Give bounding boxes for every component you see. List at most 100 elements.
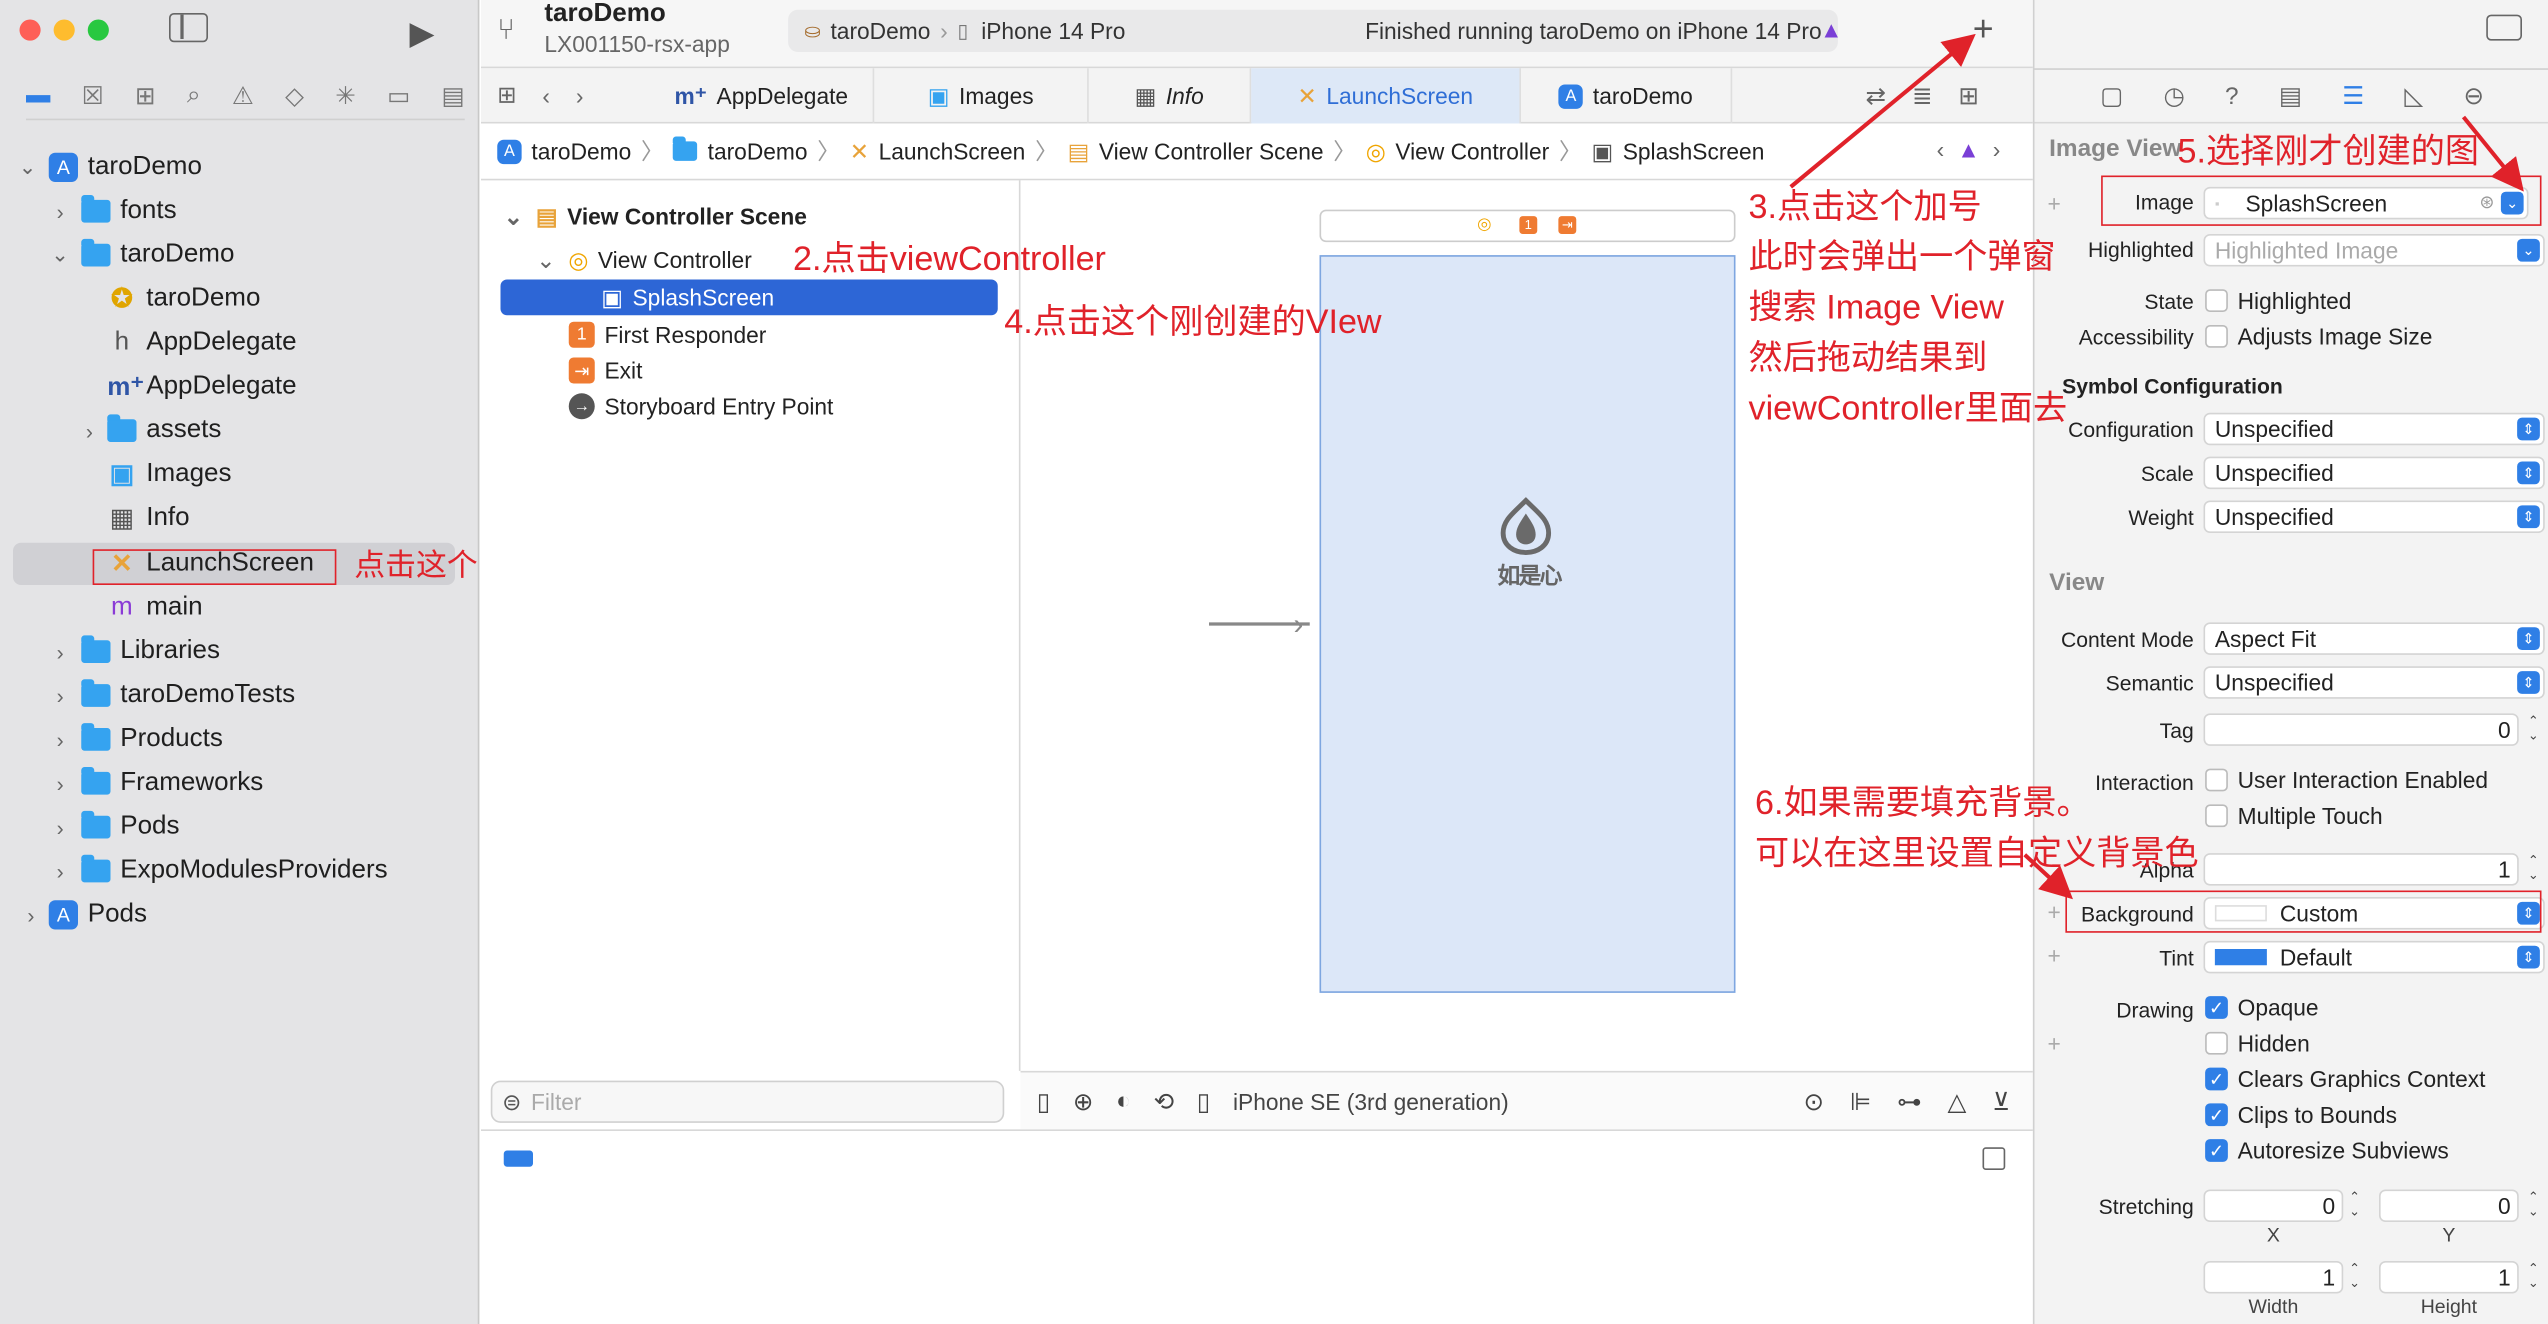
chevron-down-icon[interactable]: ⌄ <box>16 154 39 180</box>
tree-item-images[interactable]: ▣ Images <box>0 453 479 495</box>
jump-item[interactable]: taroDemo <box>708 138 808 164</box>
search-icon[interactable]: ⌕ <box>187 81 201 109</box>
scale-popup[interactable]: Unspecified ⇕ <box>2203 456 2545 490</box>
hidden-checkbox[interactable] <box>2205 1031 2228 1055</box>
tree-item-assets[interactable]: › assets <box>0 410 479 452</box>
jump-item[interactable]: taroDemo <box>531 138 631 164</box>
report-icon[interactable]: ▤ <box>442 80 465 110</box>
tree-item-project[interactable]: ⌄ AtaroDemo <box>0 146 479 188</box>
debug-icon[interactable]: ✳ <box>335 80 355 110</box>
tree-item-appdelegate-mm[interactable]: m⁺ AppDelegate <box>0 366 479 408</box>
attributes-icon[interactable]: ☰ <box>2342 81 2364 111</box>
tree-item-info[interactable]: ▦ Info <box>0 497 479 539</box>
chevron-right-icon[interactable]: › <box>49 859 72 883</box>
run-icon[interactable]: ▶ <box>410 13 435 54</box>
semantic-popup[interactable]: Unspecified ⇕ <box>2203 666 2545 699</box>
tree-item-entitlements[interactable]: ✪ taroDemo <box>0 278 479 320</box>
tab-launchscreen[interactable]: ✕ LaunchScreen <box>1251 68 1521 124</box>
folder-nav-icon[interactable]: ▬ <box>26 81 50 109</box>
outline-toggle-icon[interactable]: ▯ <box>1037 1086 1050 1116</box>
forward-icon[interactable]: › <box>576 82 584 108</box>
issue-nav-icons[interactable]: ‹▲› <box>1937 137 2014 163</box>
clears-checkbox[interactable]: ✓ <box>2205 1067 2228 1091</box>
chevron-right-icon[interactable]: › <box>49 683 72 707</box>
lines-icon[interactable]: ≣ <box>1912 81 1932 111</box>
opaque-checkbox[interactable]: ✓ <box>2205 996 2228 1019</box>
tree-item-pods-project[interactable]: › A Pods <box>0 894 479 936</box>
embed-icon[interactable]: ⊻ <box>1992 1086 2010 1116</box>
chevron-down-icon[interactable]: ⌄ <box>536 246 555 274</box>
stretch-y-stepper[interactable]: ⌃ ⌄ <box>2525 1190 2541 1223</box>
jump-item[interactable]: LaunchScreen <box>879 138 1026 164</box>
outline-exit[interactable]: ⇥ Exit <box>568 353 642 389</box>
scene-dock[interactable]: ◎ 1 ⇥ <box>1319 209 1736 243</box>
chevron-right-icon[interactable]: › <box>20 903 43 927</box>
close-button[interactable] <box>19 19 41 41</box>
stretch-width-field[interactable]: 1 <box>2203 1261 2344 1294</box>
add-library-icon[interactable]: + <box>1973 8 1994 50</box>
appearance-icon[interactable]: ◐ <box>1116 1087 1131 1115</box>
chevron-right-icon[interactable]: › <box>49 199 72 223</box>
jump-item[interactable]: SplashScreen <box>1623 138 1765 164</box>
outline-splashscreen[interactable]: ▣ SplashScreen <box>601 280 774 316</box>
help-icon[interactable]: ? <box>2225 82 2239 110</box>
hide-debug-icon[interactable] <box>1982 1147 2006 1170</box>
multiple-touch-checkbox[interactable] <box>2205 804 2228 828</box>
jump-item[interactable]: View Controller Scene <box>1099 138 1324 164</box>
tab-images[interactable]: ▣ Images <box>874 68 1089 124</box>
autoresize-checkbox[interactable]: ✓ <box>2205 1139 2228 1162</box>
tree-item-libraries[interactable]: › Libraries <box>0 631 479 673</box>
accessibility-icon[interactable]: ⊕ <box>1073 1086 1093 1116</box>
history-icon[interactable]: ◷ <box>2163 81 2184 111</box>
stretch-height-stepper[interactable]: ⌃ ⌄ <box>2525 1261 2541 1294</box>
tree-item-products[interactable]: › Products <box>0 718 479 760</box>
outline-scene[interactable]: ⌄ ▤ View Controller Scene <box>504 198 807 234</box>
file-inspector-icon[interactable]: ▢ <box>2100 81 2123 111</box>
alpha-field[interactable]: 1 <box>2203 853 2519 886</box>
adjusts-size-checkbox[interactable] <box>2205 325 2228 348</box>
chevron-right-icon[interactable]: › <box>49 815 72 839</box>
inspector-toggle-icon[interactable] <box>2486 14 2522 41</box>
tree-item-tests[interactable]: › taroDemoTests <box>0 674 479 716</box>
tab-tarodemo[interactable]: AtaroDemo <box>1521 68 1733 124</box>
update-frames-icon[interactable]: ⊙ <box>1803 1086 1823 1116</box>
jump-item[interactable]: View Controller <box>1395 138 1549 164</box>
orientation-icon[interactable]: ⟲ <box>1154 1086 1174 1116</box>
align-icon[interactable]: ⊫ <box>1850 1086 1871 1116</box>
tree-item-appdelegate-h[interactable]: h AppDelegate <box>0 322 479 364</box>
warning-icon[interactable]: ▲ <box>1820 16 1843 42</box>
tree-item-pods-folder[interactable]: › Pods <box>0 806 479 848</box>
tint-popup[interactable]: Default ⇕ <box>2203 940 2545 974</box>
plus-icon[interactable]: + <box>2048 1030 2061 1056</box>
configuration-popup[interactable]: Unspecified ⇕ <box>2203 412 2545 446</box>
identity-icon[interactable]: ▤ <box>2279 81 2302 111</box>
symbol-nav-icon[interactable]: ⊞ <box>135 80 155 110</box>
minimize-button[interactable] <box>53 19 75 41</box>
stretch-height-field[interactable]: 1 <box>2379 1261 2519 1294</box>
scheme-name[interactable]: taroDemo <box>830 18 930 44</box>
weight-popup[interactable]: Unspecified ⇕ <box>2203 500 2545 533</box>
outline-filter[interactable]: ⊜ Filter <box>490 1080 1005 1123</box>
tree-item-fonts[interactable]: › fonts <box>0 190 479 232</box>
tree-item-frameworks[interactable]: › Frameworks <box>0 762 479 804</box>
branch-icon[interactable]: ⑂ <box>497 13 515 47</box>
chevron-right-icon[interactable]: › <box>49 727 72 751</box>
clips-checkbox[interactable]: ✓ <box>2205 1103 2228 1127</box>
outline-first-responder[interactable]: 1 First Responder <box>568 317 766 353</box>
alpha-stepper[interactable]: ⌃ ⌄ <box>2525 853 2541 886</box>
device-config[interactable]: iPhone SE (3rd generation) <box>1233 1088 1509 1114</box>
outline-view-controller[interactable]: ⌄ ◎ View Controller <box>536 242 752 278</box>
breakpoint-icon[interactable]: ▭ <box>387 80 410 110</box>
source-control-icon[interactable]: ☒ <box>82 80 104 110</box>
test-icon[interactable]: ◇ <box>285 80 304 110</box>
chevron-right-icon[interactable]: › <box>49 639 72 663</box>
highlighted-checkbox[interactable] <box>2205 289 2228 312</box>
outline-entry-point[interactable]: → Storyboard Entry Point <box>568 388 833 424</box>
stretch-x-stepper[interactable]: ⌃ ⌄ <box>2347 1190 2363 1223</box>
swap-icon[interactable]: ⇄ <box>1866 81 1886 111</box>
connections-icon[interactable]: ⊖ <box>2463 81 2483 111</box>
back-icon[interactable]: ‹ <box>542 82 550 108</box>
breakpoint-icon[interactable] <box>503 1150 533 1167</box>
add-constraints-icon[interactable]: ⊶ <box>1897 1086 1921 1116</box>
stretch-y-field[interactable]: 0 <box>2379 1189 2519 1222</box>
